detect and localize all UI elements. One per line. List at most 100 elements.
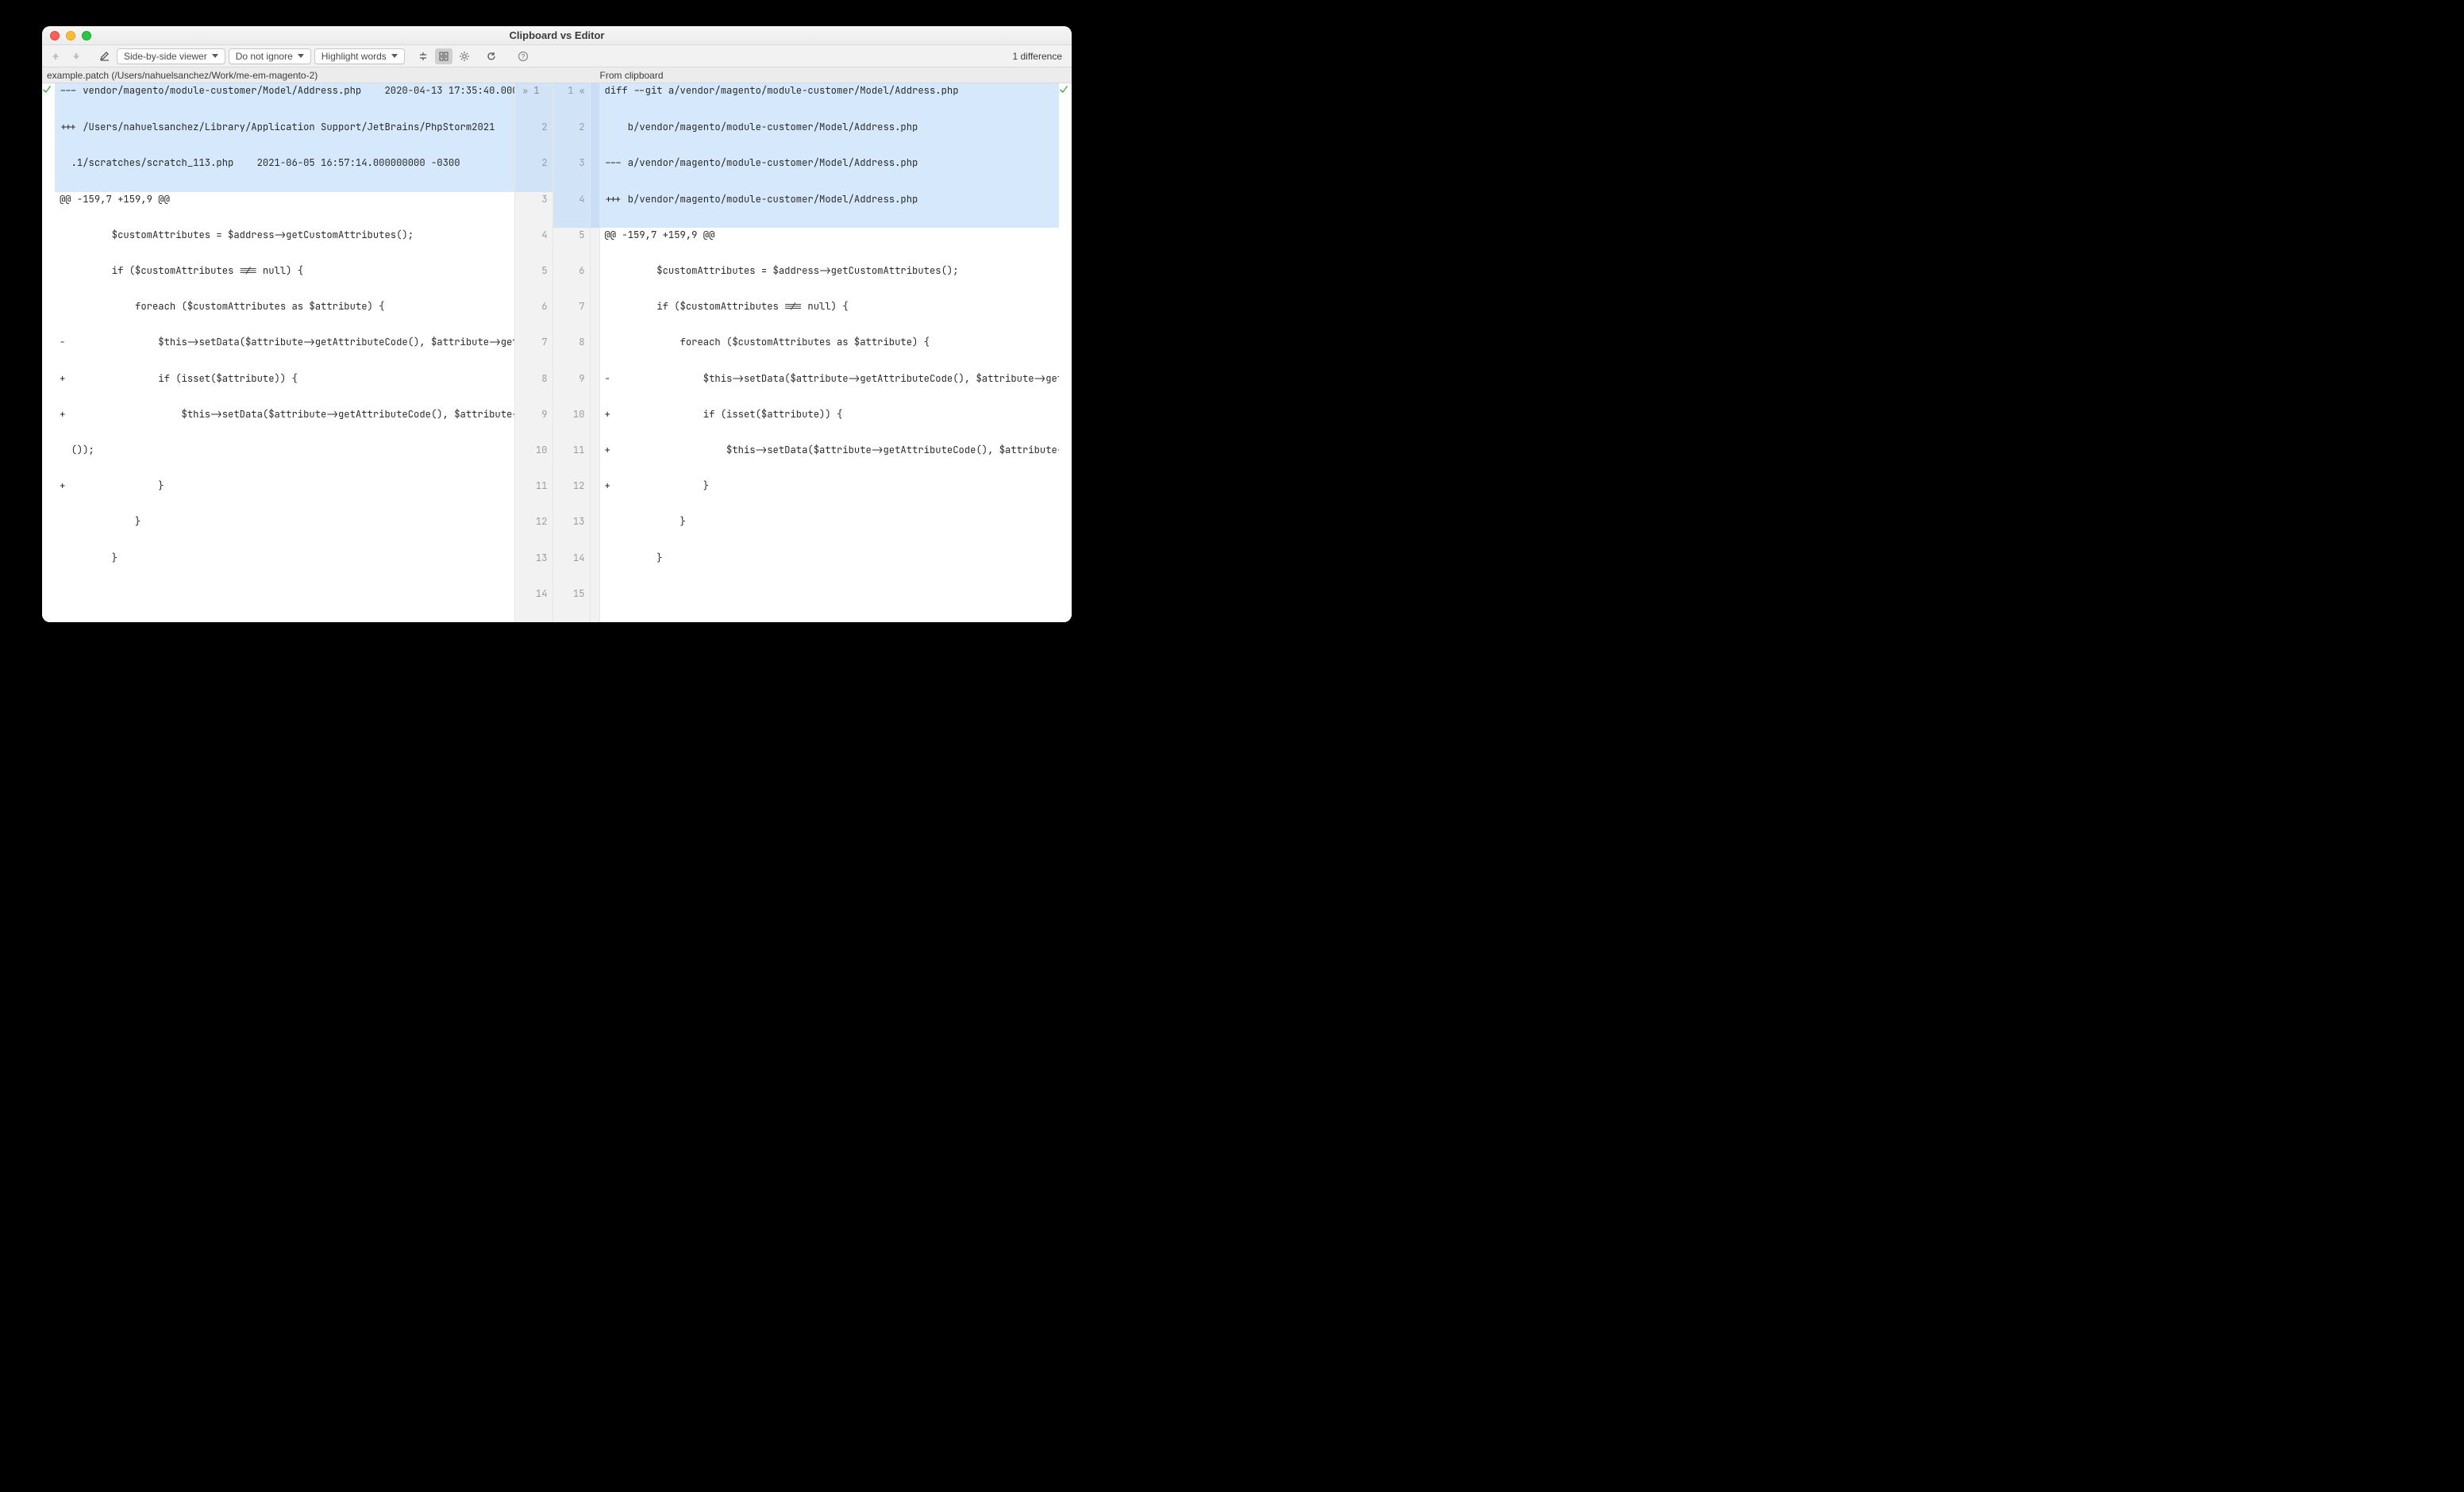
diff-line-left[interactable]: @@ -159,7 +159,9 @@ [55,192,514,228]
right-marker [1059,335,1072,371]
diff-line-right[interactable]: - $this->setData($attribute->getAttribut… [600,371,1060,407]
diff-line-left[interactable]: } [55,514,514,550]
diff-window: Clipboard vs Editor Side-by-side viewer … [42,26,1072,622]
left-marker [42,514,55,550]
diff-line-right[interactable]: + } [600,479,1060,514]
left-marker [42,407,55,443]
diff-line-right[interactable]: diff --git a/vendor/magento/module-custo… [600,83,1060,120]
diff-line-right[interactable]: + $this->setData($attribute->getAttribut… [600,443,1060,479]
diff-connector [591,120,600,156]
diff-line-right[interactable]: @@ -159,7 +159,9 @@ [600,228,1060,263]
right-marker [1059,299,1072,335]
edit-icon[interactable] [96,48,114,64]
diff-line-right[interactable]: } [600,551,1060,586]
left-marker [42,443,55,479]
diff-line-left[interactable]: ()); [55,443,514,479]
settings-icon[interactable] [456,48,473,64]
file-header: example.patch (/Users/nahuelsanchez/Work… [42,67,1072,83]
ignore-mode-label: Do not ignore [236,51,293,62]
collapse-unchanged-icon[interactable] [414,48,432,64]
ignore-mode-dropdown[interactable]: Do not ignore [229,48,311,64]
diff-connector [591,371,600,407]
diff-line-right[interactable] [600,586,1060,622]
left-marker [42,120,55,156]
highlight-mode-dropdown[interactable]: Highlight words [314,48,405,64]
left-file-label: example.patch (/Users/nahuelsanchez/Work… [42,67,519,83]
diff-line-left[interactable]: +++ /Users/nahuelsanchez/Library/Applica… [55,120,514,156]
diff-line-left[interactable]: --- vendor/magento/module-customer/Model… [55,83,514,120]
left-marker [42,263,55,299]
left-marker [42,551,55,586]
right-marker [1059,551,1072,586]
gutter-left: 11 [514,479,552,514]
prev-diff-icon[interactable] [47,48,64,64]
diff-line-right[interactable]: b/vendor/magento/module-customer/Model/A… [600,120,1060,156]
left-marker [42,586,55,622]
gutter-right: 6 [552,263,591,299]
diff-line-right[interactable]: +++ b/vendor/magento/module-customer/Mod… [600,192,1060,228]
diff-line-right[interactable]: foreach ($customAttributes as $attribute… [600,335,1060,371]
diff-connector [591,514,600,550]
titlebar: Clipboard vs Editor [42,26,1072,45]
diff-connector [591,335,600,371]
diff-line-left[interactable]: + if (isset($attribute)) { [55,371,514,407]
window-title: Clipboard vs Editor [42,29,1072,41]
diff-line-left[interactable] [55,586,514,622]
gutter-left: 7 [514,335,552,371]
right-marker [1059,192,1072,228]
gutter-right: 12 [552,479,591,514]
gutter-right: 4 [552,192,591,228]
diff-line-right[interactable]: if ($customAttributes !== null) { [600,299,1060,335]
diff-line-left[interactable]: + } [55,479,514,514]
gutter-left: 14 [514,586,552,622]
next-diff-icon[interactable] [67,48,85,64]
diff-line-right[interactable]: $customAttributes = $address->getCustomA… [600,263,1060,299]
left-marker [42,299,55,335]
gutter-left: 3 [514,192,552,228]
right-marker [1059,263,1072,299]
diff-line-left[interactable]: foreach ($customAttributes as $attribute… [55,299,514,335]
diff-connector [591,156,600,191]
chevron-down-icon [391,54,398,58]
left-marker [42,83,55,120]
diff-line-right[interactable]: + if (isset($attribute)) { [600,407,1060,443]
right-marker [1059,120,1072,156]
gutter-right: 11 [552,443,591,479]
gutter-right: 13 [552,514,591,550]
right-marker [1059,407,1072,443]
gutter-right: 2 [552,120,591,156]
diff-line-right[interactable]: } [600,514,1060,550]
diff-line-left[interactable]: if ($customAttributes !== null) { [55,263,514,299]
gutter-left: 8 [514,371,552,407]
gutter-left: 10 [514,443,552,479]
gutter-left: 9 [514,407,552,443]
diff-connector [591,83,600,120]
refresh-icon[interactable] [483,48,500,64]
diff-line-right[interactable]: --- a/vendor/magento/module-customer/Mod… [600,156,1060,191]
gutter-right: 1 « [552,83,591,120]
sync-scroll-icon[interactable] [435,48,452,64]
diff-connector [591,443,600,479]
diff-line-left[interactable]: - $this->setData($attribute->getAttribut… [55,335,514,371]
diff-connector [591,586,600,622]
gutter-right: 7 [552,299,591,335]
gutter-right: 9 [552,371,591,407]
diff-line-left[interactable]: .1/scratches/scratch_113.php 2021-06-05 … [55,156,514,191]
help-icon[interactable]: ? [514,48,532,64]
right-marker [1059,443,1072,479]
right-marker [1059,228,1072,263]
gutter-right: 10 [552,407,591,443]
right-file-label: From clipboard [595,67,1072,83]
diff-line-left[interactable]: } [55,551,514,586]
diff-connector [591,228,600,263]
right-marker [1059,514,1072,550]
viewer-mode-label: Side-by-side viewer [124,51,207,62]
viewer-mode-dropdown[interactable]: Side-by-side viewer [117,48,225,64]
chevron-down-icon [298,54,304,58]
gutter-right: 15 [552,586,591,622]
left-marker [42,228,55,263]
diff-view[interactable]: --- vendor/magento/module-customer/Model… [42,83,1072,622]
diff-line-left[interactable]: $customAttributes = $address->getCustomA… [55,228,514,263]
diff-connector [591,407,600,443]
diff-line-left[interactable]: + $this->setData($attribute->getAttribut… [55,407,514,443]
